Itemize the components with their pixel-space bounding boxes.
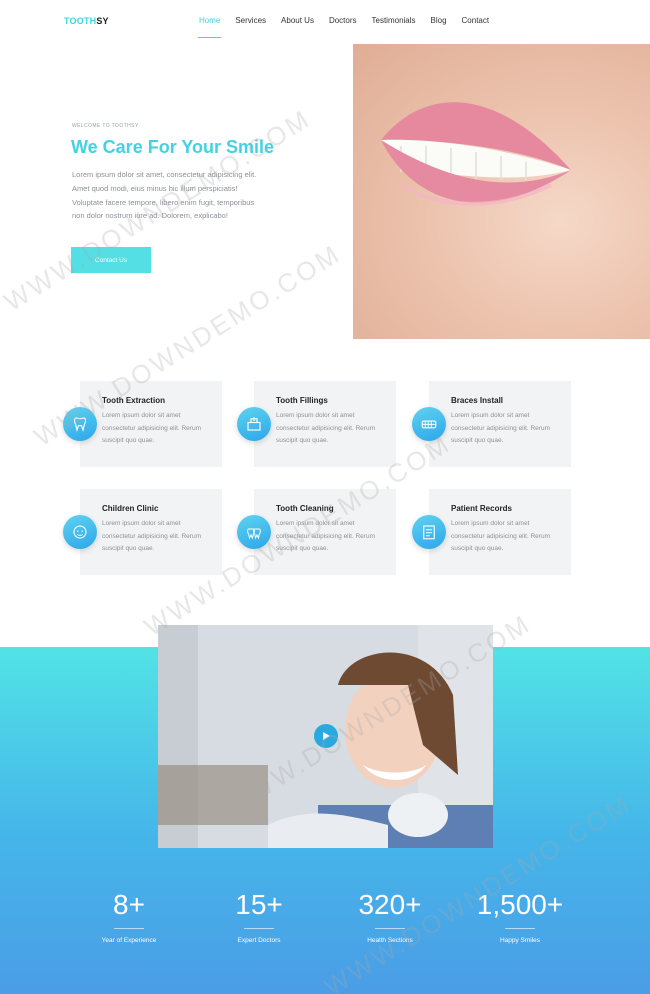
service-card-braces-install[interactable]: Braces Install Lorem ipsum dolor sit ame… <box>412 381 571 467</box>
hero-eyebrow: WELCOME TO TOOTHSY <box>72 123 139 129</box>
stat-label: Happy Smiles <box>499 937 541 944</box>
top-navbar: TOOTHSY Home Services About Us Doctors T… <box>0 0 650 44</box>
stat-label: Health Sections <box>367 937 413 944</box>
hero-title: We Care For Your Smile <box>71 137 275 157</box>
contact-us-button[interactable]: Contact Us <box>71 247 151 273</box>
stat-divider <box>505 928 535 929</box>
play-button[interactable] <box>314 724 338 748</box>
patient-records-icon <box>412 515 446 549</box>
service-card-tooth-extraction[interactable]: Tooth Extraction Lorem ipsum dolor sit a… <box>63 381 222 467</box>
nav-item-about-us[interactable]: About Us <box>281 16 314 25</box>
stat-experience: 8+ Year of Experience <box>69 888 189 944</box>
hero-smile-image <box>353 44 650 339</box>
braces-icon <box>412 407 446 441</box>
nav-item-doctors[interactable]: Doctors <box>329 16 357 25</box>
service-text: Lorem ipsum dolor sit amet consectetur a… <box>276 412 375 444</box>
stat-divider <box>114 928 144 929</box>
service-card-tooth-cleaning[interactable]: Tooth Cleaning Lorem ipsum dolor sit ame… <box>237 489 396 575</box>
service-text: Lorem ipsum dolor sit amet consectetur a… <box>451 412 550 444</box>
nav-item-home[interactable]: Home <box>197 16 222 38</box>
tooth-fillings-icon <box>237 407 271 441</box>
nav-item-services[interactable]: Services <box>235 16 266 25</box>
service-title: Children Clinic <box>102 504 159 513</box>
stat-number: 15+ <box>235 889 283 920</box>
logo-part-sy: SY <box>96 16 109 26</box>
service-text: Lorem ipsum dolor sit amet consectetur a… <box>451 520 550 552</box>
nav-item-contact[interactable]: Contact <box>462 16 490 25</box>
stat-label: Year of Experience <box>101 937 157 944</box>
stat-number: 8+ <box>113 889 145 920</box>
stat-smiles: 1,500+ Happy Smiles <box>460 888 580 944</box>
service-title: Patient Records <box>451 504 512 513</box>
nav-item-blog[interactable]: Blog <box>431 16 447 25</box>
service-card-children-clinic[interactable]: Children Clinic Lorem ipsum dolor sit am… <box>63 489 222 575</box>
tooth-cleaning-icon <box>237 515 271 549</box>
service-title: Tooth Fillings <box>276 396 328 405</box>
service-card-patient-records[interactable]: Patient Records Lorem ipsum dolor sit am… <box>412 489 571 575</box>
service-text: Lorem ipsum dolor sit amet consectetur a… <box>102 520 201 552</box>
stat-number: 320+ <box>358 889 422 920</box>
play-icon <box>323 732 330 740</box>
stat-label: Expert Doctors <box>237 937 281 944</box>
service-card-tooth-fillings[interactable]: Tooth Fillings Lorem ipsum dolor sit ame… <box>237 381 396 467</box>
child-face-icon <box>63 515 97 549</box>
smile-illustration <box>381 102 571 206</box>
main-menu: Home Services About Us Doctors Testimoni… <box>197 16 504 38</box>
service-title: Tooth Cleaning <box>276 504 334 513</box>
stat-number: 1,500+ <box>476 889 564 920</box>
service-text: Lorem ipsum dolor sit amet consectetur a… <box>276 520 375 552</box>
nav-item-testimonials[interactable]: Testimonials <box>372 16 416 25</box>
hero-text: Lorem ipsum dolor sit amet, consectetur … <box>72 170 257 221</box>
logo-part-tooth: TOOTH <box>64 16 97 26</box>
stat-doctors: 15+ Expert Doctors <box>199 888 319 944</box>
service-text: Lorem ipsum dolor sit amet consectetur a… <box>102 412 201 444</box>
stat-sections: 320+ Health Sections <box>330 888 450 944</box>
tooth-extraction-icon <box>63 407 97 441</box>
service-title: Braces Install <box>451 396 504 405</box>
service-title: Tooth Extraction <box>102 396 165 405</box>
stat-divider <box>375 928 405 929</box>
stat-divider <box>244 928 274 929</box>
site-logo[interactable]: TOOTHSY <box>64 16 109 26</box>
